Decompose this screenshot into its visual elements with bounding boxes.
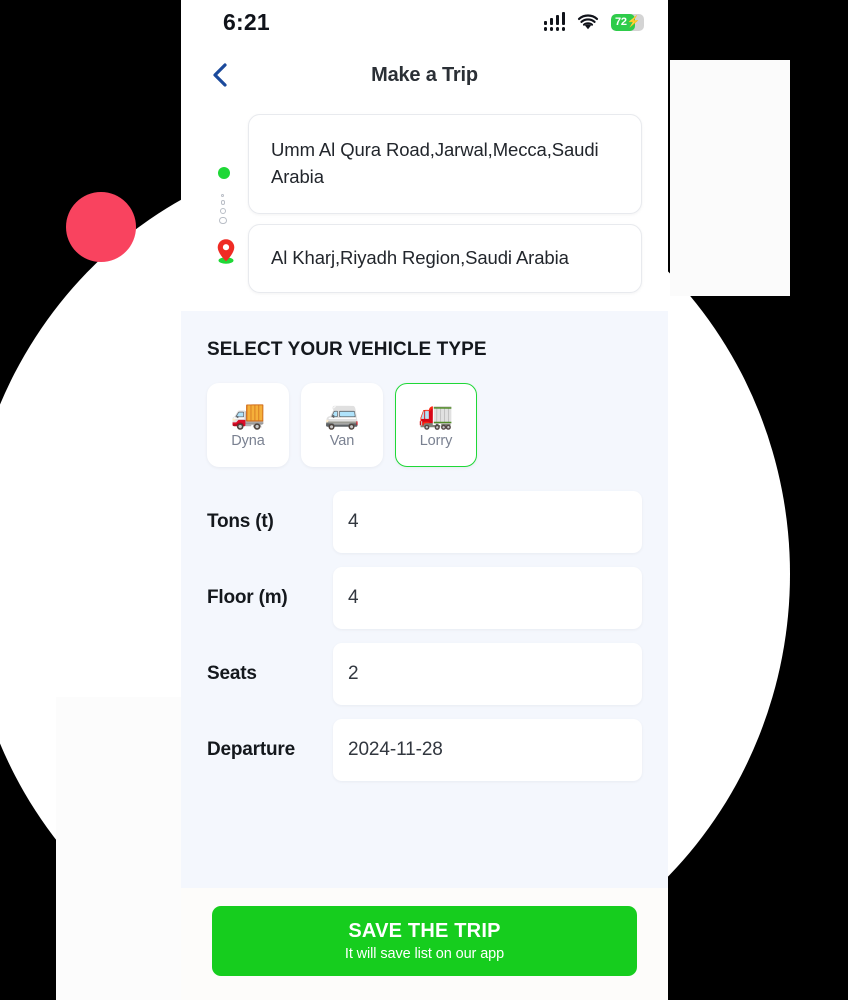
field-row-floor: Floor (m) 4 <box>207 566 642 629</box>
trip-details-section: SELECT YOUR VEHICLE TYPE 🚚 Dyna 🚐 Van 🚛 … <box>181 310 668 888</box>
page-header: Make a Trip <box>181 44 668 106</box>
save-trip-button[interactable]: SAVE THE TRIP It will save list on our a… <box>212 906 637 976</box>
vehicle-option-label: Dyna <box>231 432 265 449</box>
lightning-bolt-icon: ⚡ <box>626 15 641 28</box>
background-rect-right <box>670 60 790 296</box>
tons-input[interactable]: 4 <box>333 490 642 553</box>
floor-label: Floor (m) <box>207 586 288 608</box>
departure-input[interactable]: 2024-11-28 <box>333 718 642 781</box>
background-rect-left <box>56 697 182 1000</box>
route-address-block: Umm Al Qura Road,Jarwal,Mecca,Saudi Arab… <box>181 106 668 311</box>
page-title: Make a Trip <box>371 63 478 86</box>
vehicle-option-label: Lorry <box>419 432 453 449</box>
vehicle-option-dyna[interactable]: 🚚 Dyna <box>207 382 289 467</box>
cellular-signal-icon <box>543 12 565 31</box>
field-row-seats: Seats 2 <box>207 642 642 705</box>
status-time: 6:21 <box>223 8 270 35</box>
vehicle-option-van[interactable]: 🚐 Van <box>301 382 383 467</box>
green-dot-icon <box>218 167 230 179</box>
vehicle-type-selector: 🚚 Dyna 🚐 Van 🚛 Lorry <box>207 382 642 467</box>
dotted-route-icon <box>219 194 227 224</box>
minibus-icon: 🚐 <box>324 398 360 430</box>
seats-input[interactable]: 2 <box>333 642 642 705</box>
delivery-truck-icon: 🚚 <box>230 398 266 430</box>
vehicle-section-title: SELECT YOUR VEHICLE TYPE <box>207 338 487 360</box>
back-button[interactable] <box>203 58 237 92</box>
tons-label: Tons (t) <box>207 510 274 532</box>
origin-address-field[interactable]: Umm Al Qura Road,Jarwal,Mecca,Saudi Arab… <box>248 114 642 214</box>
chevron-left-icon <box>213 63 227 87</box>
status-icons: 72 ⚡ <box>543 12 644 31</box>
departure-label: Departure <box>207 738 295 760</box>
truck-icon: 🚛 <box>418 398 454 430</box>
footer-bar: SAVE THE TRIP It will save list on our a… <box>181 888 668 1000</box>
vehicle-option-label: Van <box>329 432 355 449</box>
phone-screen: 6:21 72 ⚡ Make a Trip Umm Al Qura Road,J… <box>181 0 668 1000</box>
screenshot-stage: 6:21 72 ⚡ Make a Trip Umm Al Qura Road,J… <box>0 0 848 1000</box>
field-row-departure: Departure 2024-11-28 <box>207 718 642 781</box>
background-accent-circle <box>66 192 136 262</box>
seats-label: Seats <box>207 662 257 684</box>
vehicle-option-lorry[interactable]: 🚛 Lorry <box>395 382 477 467</box>
battery-icon: 72 ⚡ <box>611 13 644 31</box>
save-button-subtitle: It will save list on our app <box>344 946 505 962</box>
battery-level-label: 72 <box>615 16 627 28</box>
destination-address-text: Al Kharj,Riyadh Region,Saudi Arabia <box>271 247 569 268</box>
address-cards: Umm Al Qura Road,Jarwal,Mecca,Saudi Arab… <box>248 114 642 293</box>
destination-address-field[interactable]: Al Kharj,Riyadh Region,Saudi Arabia <box>248 224 642 293</box>
wifi-icon <box>577 13 599 29</box>
floor-input[interactable]: 4 <box>333 566 642 629</box>
status-bar: 6:21 72 ⚡ <box>181 0 668 44</box>
map-pin-icon <box>217 239 235 264</box>
route-rail <box>207 114 248 293</box>
field-row-tons: Tons (t) 4 <box>207 490 642 553</box>
origin-address-text: Umm Al Qura Road,Jarwal,Mecca,Saudi Arab… <box>271 139 599 187</box>
save-button-title: SAVE THE TRIP <box>348 920 501 942</box>
